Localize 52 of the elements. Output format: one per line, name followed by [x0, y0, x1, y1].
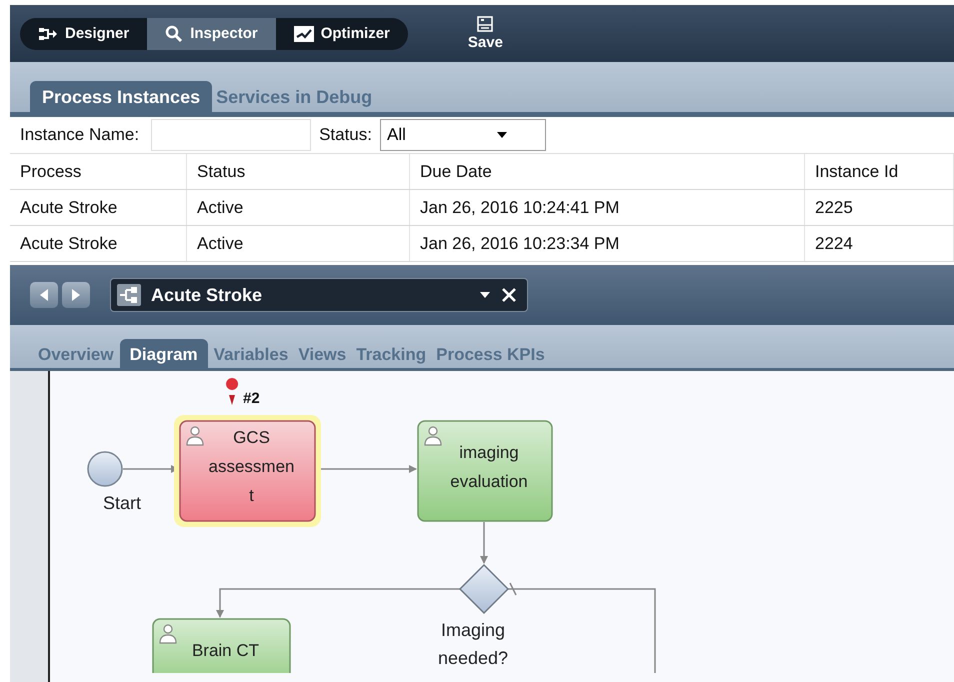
status-dropdown[interactable]: All	[380, 119, 546, 151]
caret-icon[interactable]	[479, 291, 491, 299]
right-arrow-icon	[71, 288, 81, 302]
connector-arrow	[480, 522, 488, 564]
save-button[interactable]: Save	[468, 16, 503, 51]
process-title: Acute Stroke	[151, 284, 264, 306]
search-icon	[165, 24, 184, 42]
table-cell: Acute Stroke	[10, 190, 187, 225]
column-header[interactable]: Process	[10, 154, 187, 189]
decision-gateway[interactable]	[458, 564, 510, 614]
column-header[interactable]: Status	[187, 154, 410, 189]
close-icon[interactable]	[501, 287, 517, 303]
floppy-icon	[477, 16, 494, 32]
user-icon	[159, 624, 177, 644]
left-arrow-icon	[39, 288, 49, 302]
process-icon	[117, 284, 141, 306]
mode-tab[interactable]: Designer	[20, 18, 148, 50]
start-event	[87, 451, 123, 487]
table-cell: Active	[187, 226, 410, 261]
process-selector[interactable]: Acute Stroke	[110, 278, 528, 312]
task-box[interactable]	[152, 618, 291, 673]
column-header[interactable]: Due Date	[410, 154, 805, 189]
table-cell: 2225	[805, 190, 954, 225]
table-cell: Jan 26, 2016 10:23:34 PM	[410, 226, 805, 261]
task-box[interactable]	[417, 420, 553, 522]
user-icon	[424, 426, 442, 446]
user-icon	[186, 426, 204, 446]
chart-icon	[294, 26, 314, 42]
gateway-label: Imaging needed?	[438, 620, 508, 668]
editor-tab[interactable]: Diagram	[120, 339, 208, 368]
forward-button[interactable]	[62, 282, 90, 308]
field-label: Instance Name:	[20, 125, 140, 145]
mode-tab[interactable]: Optimizer	[276, 18, 408, 50]
table-cell: Active	[187, 190, 410, 225]
task-label: Brain CT	[192, 641, 260, 660]
panel-tab[interactable]: Process Instances	[30, 81, 212, 112]
task-label: imaging evaluation	[450, 443, 528, 491]
caret-icon	[496, 131, 508, 139]
table-cell: 2224	[805, 226, 954, 261]
table-cell: Acute Stroke	[10, 226, 187, 261]
flow-icon	[38, 26, 58, 42]
node-label: Start	[103, 493, 142, 513]
pin-icon	[226, 378, 238, 405]
field-label: Status:	[319, 125, 372, 145]
instance-name-field[interactable]	[151, 119, 312, 151]
table-cell: Jan 26, 2016 10:24:41 PM	[410, 190, 805, 225]
task-label: GCS assessmen t	[208, 428, 294, 505]
task-box[interactable]	[179, 420, 316, 522]
back-button[interactable]	[30, 282, 58, 308]
token-count: #2	[243, 390, 260, 407]
column-header[interactable]: Instance Id	[805, 154, 954, 189]
mode-tab[interactable]: Inspector	[147, 18, 276, 50]
